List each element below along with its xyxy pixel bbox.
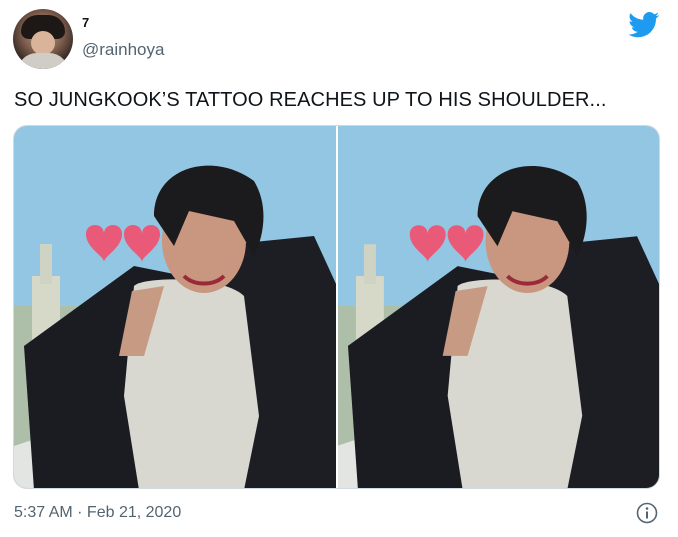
tweet-timestamp[interactable]: 5:37 AM · Feb 21, 2020: [14, 504, 181, 522]
tweet-photo-left[interactable]: [14, 126, 336, 488]
display-name[interactable]: 7: [82, 15, 89, 30]
user-handle[interactable]: @rainhoya: [82, 40, 164, 60]
avatar-face: [31, 31, 55, 55]
photo-illustration: [14, 126, 336, 488]
photo-illustration: [338, 126, 659, 488]
tweet-media: [13, 125, 660, 489]
tweet-text: SO JUNGKOOK’S TATTOO REACHES UP TO HIS S…: [14, 89, 607, 111]
tweet-photo-right[interactable]: [338, 126, 659, 488]
info-icon[interactable]: [636, 502, 658, 524]
avatar-shirt: [17, 53, 69, 69]
twitter-bird-icon[interactable]: [628, 12, 660, 38]
avatar[interactable]: [13, 9, 73, 69]
